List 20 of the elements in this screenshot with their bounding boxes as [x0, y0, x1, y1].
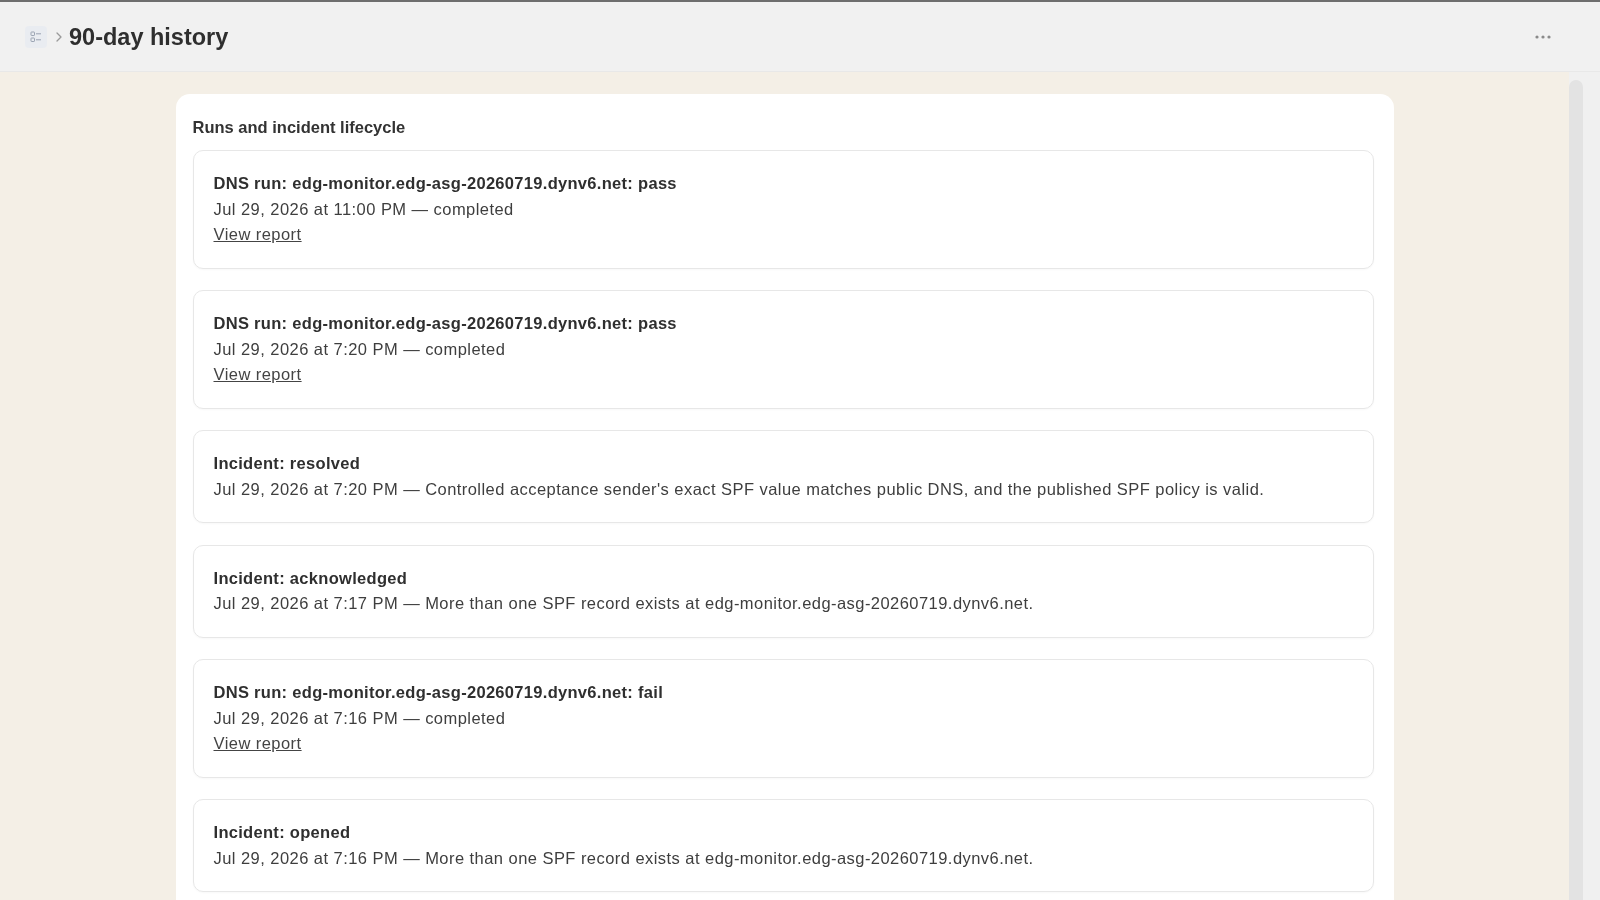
- event-detail: Jul 29, 2026 at 7:20 PM — Controlled acceptance sender's exact SPF value matches public DNS, and the published SPF policy is valid.: [213, 478, 1266, 500]
- event-title: DNS run: edg-monitor.edg-asg-20260719.dynv6.net: fail: [213, 682, 665, 703]
- report-link[interactable]: View report: [213, 731, 302, 757]
- event-title: Incident: acknowledged: [213, 567, 409, 589]
- page-title: 90-day history: [69, 22, 229, 52]
- event-title: Incident: resolved: [213, 453, 362, 474]
- chevron-icon: [56, 31, 62, 42]
- event-title: DNS run: edg-monitor.edg-asg-20260719.dynv6.net: pass: [213, 313, 678, 334]
- report-link[interactable]: View report: [213, 222, 302, 248]
- event-detail: Jul 29, 2026 at 7:20 PM — completed: [213, 338, 507, 360]
- report-link[interactable]: View report: [213, 362, 302, 388]
- event-title: DNS run: edg-monitor.edg-asg-20260719.dynv6.net: pass: [213, 173, 678, 194]
- event-detail: Jul 29, 2026 at 7:16 PM — More than one SPF record exists at edg-monitor.edg-asg-20260719.dynv6.net.: [213, 847, 1035, 869]
- list-icon[interactable]: [25, 25, 47, 48]
- event-title: Incident: opened: [213, 822, 352, 843]
- event-detail: Jul 29, 2026 at 7:16 PM — completed: [213, 707, 507, 729]
- section-title: Runs and incident lifecycle: [192, 117, 407, 138]
- event-detail: Jul 29, 2026 at 11:00 PM — completed: [213, 198, 515, 220]
- event-detail: Jul 29, 2026 at 7:17 PM — More than one SPF record exists at edg-monitor.edg-asg-20260719.dynv6.net.: [213, 593, 1035, 614]
- more-icon[interactable]: [1535, 34, 1551, 39]
